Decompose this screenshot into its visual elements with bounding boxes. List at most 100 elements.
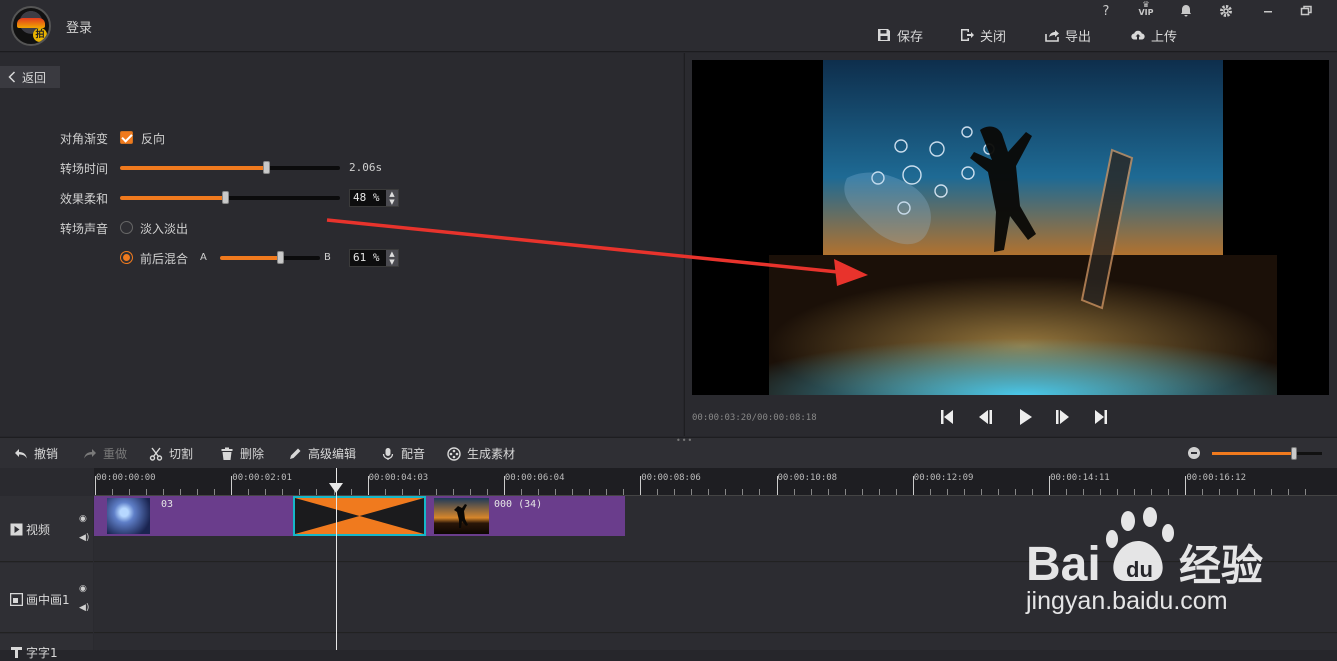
diagonal-gradient-label: 对角渐变 — [60, 132, 109, 146]
track-lane-pip[interactable] — [94, 563, 1337, 633]
ruler-minor-tick — [469, 489, 471, 495]
edit-toolbar: ••• 撤销 重做 切割 删除 高级编辑 配音 生成素材 — [0, 436, 1337, 468]
ruler-minor-tick — [725, 489, 727, 495]
spinbox-value[interactable]: 61 % — [350, 250, 386, 266]
ruler-minor-tick — [214, 489, 216, 495]
save-label: 保存 — [897, 29, 924, 45]
mix-balance-slider[interactable] — [220, 251, 320, 264]
ruler-label: 00:00:10:08 — [777, 473, 838, 483]
transition-clip[interactable] — [293, 496, 426, 536]
slider-handle[interactable] — [1290, 447, 1297, 460]
mix-b-label: B — [324, 252, 331, 263]
effect-softness-slider[interactable] — [120, 191, 340, 204]
help-icon[interactable]: ? — [1096, 4, 1116, 19]
slider-handle[interactable] — [263, 161, 271, 174]
effect-softness-spinbox[interactable]: 48 % ▲ ▼ — [349, 189, 399, 207]
track-lane-text[interactable] — [94, 634, 1337, 650]
delete-button[interactable]: 删除 — [220, 445, 264, 462]
ruler-minor-tick — [1083, 489, 1085, 495]
upload-button[interactable]: 上传 — [1131, 26, 1177, 45]
spinbox-value[interactable]: 48 % — [350, 190, 386, 206]
volume-icon[interactable]: ◀) — [79, 533, 89, 543]
video-preview[interactable] — [692, 60, 1329, 395]
ruler-minor-tick — [1287, 489, 1289, 495]
undo-button[interactable]: 撤销 — [14, 445, 58, 462]
spin-down-icon[interactable]: ▼ — [386, 258, 398, 266]
microphone-icon — [382, 447, 394, 460]
ruler-minor-tick — [997, 489, 999, 495]
previous-frame-button[interactable] — [975, 407, 995, 427]
export-icon — [1045, 30, 1059, 42]
video-clip[interactable]: 000 (34) — [426, 496, 625, 536]
minimize-icon[interactable] — [1258, 4, 1278, 18]
ruler-minor-tick — [537, 489, 539, 495]
restore-icon[interactable] — [1296, 4, 1316, 18]
eye-icon[interactable]: ◉ — [79, 514, 89, 524]
reverse-checkbox[interactable] — [120, 131, 133, 144]
clip-name: 03 — [161, 499, 174, 510]
login-link[interactable]: 登录 — [66, 17, 92, 36]
eye-icon[interactable]: ◉ — [79, 584, 89, 594]
mix-a-label: A — [200, 252, 207, 263]
skip-to-start-button[interactable] — [937, 407, 957, 427]
advanced-edit-button[interactable]: 高级编辑 — [288, 445, 356, 462]
save-icon — [878, 29, 890, 41]
spin-up-icon[interactable]: ▲ — [386, 250, 398, 258]
ruler-minor-tick — [1066, 489, 1068, 495]
next-frame-button[interactable] — [1053, 407, 1073, 427]
ruler-minor-tick — [810, 489, 812, 495]
dub-button[interactable]: 配音 — [381, 445, 425, 462]
timeline-ruler[interactable]: 00:00:00:00 00:00:02:01 00:00:04:03 00:00:0… — [94, 468, 1337, 496]
spin-up-icon[interactable]: ▲ — [386, 190, 398, 198]
scissors-icon — [149, 447, 163, 461]
gear-icon[interactable] — [1216, 4, 1236, 18]
ruler-minor-tick — [316, 489, 318, 495]
resize-handle[interactable]: ••• — [676, 436, 693, 445]
zoom-out-icon[interactable] — [1188, 447, 1200, 459]
ruler-minor-tick — [112, 489, 114, 495]
bell-icon[interactable] — [1176, 4, 1196, 18]
mix-spinbox[interactable]: 61 % ▲ ▼ — [349, 249, 399, 267]
ruler-label: 00:00:12:09 — [913, 473, 974, 483]
playhead-handle[interactable] — [329, 483, 343, 493]
ruler-minor-tick — [759, 489, 761, 495]
spin-down-icon[interactable]: ▼ — [386, 198, 398, 206]
playhead-line[interactable] — [336, 468, 337, 650]
fade-radio[interactable] — [120, 221, 133, 234]
cut-button[interactable]: 切割 — [149, 445, 193, 462]
ruler-minor-tick — [299, 489, 301, 495]
volume-icon[interactable]: ◀) — [79, 603, 89, 613]
skip-to-end-button[interactable] — [1091, 407, 1111, 427]
clip-name: 000 (34) — [494, 499, 543, 510]
ruler-minor-tick — [980, 489, 982, 495]
back-button[interactable]: 返回 — [0, 66, 60, 88]
vip-icon[interactable]: ♛ VIP — [1136, 1, 1156, 18]
ruler-minor-tick — [452, 489, 454, 495]
ruler-minor-tick — [418, 489, 420, 495]
slider-handle[interactable] — [221, 191, 229, 204]
timeline-zoom-slider[interactable] — [1212, 447, 1322, 460]
ruler-minor-tick — [555, 489, 556, 495]
transition-sound-label: 转场声音 — [60, 222, 109, 236]
ruler-minor-tick — [793, 489, 795, 495]
export-button[interactable]: 导出 — [1045, 26, 1091, 45]
slider-handle[interactable] — [277, 251, 284, 264]
slider-fill — [120, 196, 226, 200]
transition-duration-slider[interactable] — [120, 161, 340, 174]
ruler-minor-tick — [827, 489, 829, 495]
ruler-label: 00:00:08:06 — [641, 473, 701, 483]
ruler-minor-tick — [146, 489, 148, 495]
slider-fill — [220, 256, 281, 260]
video-clip[interactable]: 03 — [94, 496, 293, 536]
redo-button[interactable]: 重做 — [83, 445, 127, 462]
ruler-minor-tick — [1100, 489, 1102, 495]
ruler-minor-tick — [248, 489, 250, 495]
close-project-button[interactable]: 关闭 — [960, 26, 1006, 45]
play-button[interactable] — [1015, 407, 1035, 427]
generate-material-button[interactable]: 生成素材 — [447, 445, 515, 462]
redo-icon — [84, 448, 96, 458]
skip-start-icon — [941, 410, 953, 424]
mix-radio[interactable] — [120, 251, 133, 264]
save-button[interactable]: 保存 — [877, 26, 924, 45]
step-back-icon — [979, 410, 992, 424]
